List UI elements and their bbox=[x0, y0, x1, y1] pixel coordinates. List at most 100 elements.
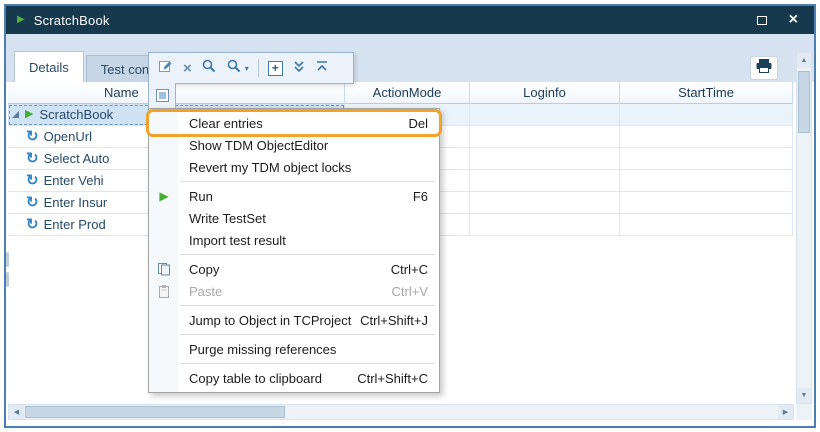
menu-item-shortcut: Del bbox=[408, 116, 439, 131]
column-header-label: ActionMode bbox=[373, 85, 442, 100]
menu-item-copy[interactable]: CopyCtrl+C bbox=[149, 258, 439, 280]
menu-item-shortcut: Ctrl+V bbox=[392, 284, 439, 299]
play-icon: ▶ bbox=[159, 190, 168, 202]
menu-item-label: Write TestSet bbox=[179, 211, 439, 226]
table-cell-empty[interactable] bbox=[620, 214, 793, 236]
expander-icon[interactable] bbox=[12, 111, 19, 118]
chevron-down-icon[interactable]: ▾ bbox=[245, 64, 249, 73]
titlebar[interactable]: ▶ ScratchBook × bbox=[6, 6, 814, 34]
tab-label: Details bbox=[29, 60, 69, 75]
play-icon: ▶ bbox=[25, 109, 33, 120]
table-cell-empty[interactable] bbox=[620, 104, 793, 126]
menu-item-show-tdm-objecteditor[interactable]: Show TDM ObjectEditor bbox=[149, 134, 439, 156]
scratchbook-window: ▶ ScratchBook × Details Test con Name Acti… bbox=[4, 4, 816, 428]
table-cell-empty[interactable] bbox=[470, 214, 620, 236]
menu-item-run[interactable]: ▶ RunF6 bbox=[149, 185, 439, 207]
up-arrow-icon: ▲ bbox=[801, 57, 808, 64]
context-menu: Clear entriesDel Show TDM ObjectEditor Rev… bbox=[148, 108, 440, 393]
horizontal-scroll-thumb[interactable] bbox=[25, 406, 285, 418]
menu-item-label: Purge missing references bbox=[179, 342, 439, 357]
column-header-starttime[interactable]: StartTime bbox=[620, 82, 793, 104]
grid-header: Name ActionMode Loginfo StartTime bbox=[8, 82, 794, 104]
table-cell-empty[interactable] bbox=[470, 192, 620, 214]
floating-toolbar: × ▾ + bbox=[148, 52, 354, 84]
edit-icon[interactable] bbox=[158, 58, 174, 79]
row-name-label: Enter Prod bbox=[44, 217, 106, 232]
row-name-label: Select Auto bbox=[44, 151, 110, 166]
expand-all-icon[interactable] bbox=[292, 59, 306, 78]
splitter-handle[interactable] bbox=[6, 272, 9, 287]
column-select-icon[interactable] bbox=[156, 89, 169, 102]
tab-label: Test con bbox=[101, 62, 149, 77]
menu-item-import-test-result[interactable]: Import test result bbox=[149, 229, 439, 251]
menu-separator bbox=[180, 334, 435, 335]
table-cell-empty[interactable] bbox=[620, 192, 793, 214]
refresh-icon: ↻ bbox=[26, 129, 39, 144]
menu-item-label: Run bbox=[179, 189, 413, 204]
menu-item-shortcut: F6 bbox=[413, 189, 439, 204]
menu-separator bbox=[180, 363, 435, 364]
scroll-up-button[interactable]: ▲ bbox=[797, 53, 811, 68]
menu-item-clear-entries[interactable]: Clear entriesDel bbox=[149, 112, 439, 134]
row-name-label: OpenUrl bbox=[44, 129, 92, 144]
table-cell-empty[interactable] bbox=[470, 104, 620, 126]
menu-item-label: Copy bbox=[179, 262, 391, 277]
left-arrow-icon: ◀ bbox=[14, 408, 19, 416]
add-table-icon[interactable]: + bbox=[268, 61, 283, 76]
toolbar-separator bbox=[258, 59, 259, 77]
zoom-dropdown-icon[interactable] bbox=[226, 58, 242, 79]
menu-item-label: Import test result bbox=[179, 233, 439, 248]
menu-item-shortcut: Ctrl+Shift+J bbox=[360, 313, 439, 328]
menu-item-revert-my-tdm-object-locks[interactable]: Revert my TDM object locks bbox=[149, 156, 439, 178]
window-controls: × bbox=[757, 12, 798, 28]
menu-item-label: Show TDM ObjectEditor bbox=[179, 138, 439, 153]
run-icon: ▶ bbox=[149, 190, 179, 202]
tab-details[interactable]: Details bbox=[14, 51, 84, 82]
paste-icon bbox=[149, 284, 179, 298]
scroll-left-button[interactable]: ◀ bbox=[9, 405, 24, 419]
maximize-button[interactable] bbox=[757, 16, 767, 25]
tab-strip-tabs: Details Test con bbox=[14, 51, 166, 82]
menu-separator bbox=[180, 305, 435, 306]
column-header-label: Loginfo bbox=[523, 85, 566, 100]
table-cell-empty[interactable] bbox=[470, 170, 620, 192]
table-cell-empty[interactable] bbox=[620, 148, 793, 170]
row-name-label: Enter Insur bbox=[44, 195, 108, 210]
vertical-scroll-thumb[interactable] bbox=[798, 71, 810, 133]
print-button[interactable] bbox=[750, 56, 778, 80]
refresh-icon: ↻ bbox=[26, 151, 39, 166]
column-header-actionmode[interactable]: ActionMode bbox=[345, 82, 470, 104]
menu-item-paste: PasteCtrl+V bbox=[149, 280, 439, 302]
menu-item-purge-missing-references[interactable]: Purge missing references bbox=[149, 338, 439, 360]
menu-item-write-testset[interactable]: Write TestSet bbox=[149, 207, 439, 229]
table-cell-empty[interactable] bbox=[620, 126, 793, 148]
collapse-all-icon[interactable] bbox=[315, 59, 329, 78]
menu-item-label: Revert my TDM object locks bbox=[179, 160, 439, 175]
horizontal-scrollbar[interactable]: ◀ ▶ bbox=[8, 404, 794, 420]
column-header-name[interactable]: Name bbox=[8, 82, 345, 104]
zoom-icon[interactable] bbox=[201, 58, 217, 79]
column-header-loginfo[interactable]: Loginfo bbox=[470, 82, 620, 104]
window-title: ScratchBook bbox=[34, 13, 110, 28]
menu-item-label: Paste bbox=[179, 284, 392, 299]
row-name-label: Enter Vehi bbox=[44, 173, 104, 188]
table-cell-empty[interactable] bbox=[620, 170, 793, 192]
table-cell-empty[interactable] bbox=[470, 126, 620, 148]
menu-item-copy-table-to-clipboard[interactable]: Copy table to clipboardCtrl+Shift+C bbox=[149, 367, 439, 389]
window-play-icon: ▶ bbox=[17, 15, 25, 25]
menu-separator bbox=[180, 254, 435, 255]
refresh-icon: ↻ bbox=[26, 173, 39, 188]
down-arrow-icon: ▼ bbox=[801, 392, 808, 399]
table-cell-empty[interactable] bbox=[470, 148, 620, 170]
menu-item-label: Copy table to clipboard bbox=[179, 371, 357, 386]
menu-item-jump-to-object-in-tcproject[interactable]: Jump to Object in TCProjectCtrl+Shift+J bbox=[149, 309, 439, 331]
scroll-right-button[interactable]: ▶ bbox=[778, 405, 793, 419]
close-button[interactable]: × bbox=[789, 12, 798, 28]
refresh-icon: ↻ bbox=[26, 195, 39, 210]
splitter-handle[interactable] bbox=[6, 252, 9, 267]
floating-toolbar-row2 bbox=[148, 83, 176, 109]
tab-strip: Details Test con bbox=[6, 34, 814, 82]
delete-icon[interactable]: × bbox=[183, 61, 192, 76]
vertical-scrollbar[interactable]: ▲ ▼ bbox=[796, 52, 812, 404]
scroll-down-button[interactable]: ▼ bbox=[797, 388, 811, 403]
